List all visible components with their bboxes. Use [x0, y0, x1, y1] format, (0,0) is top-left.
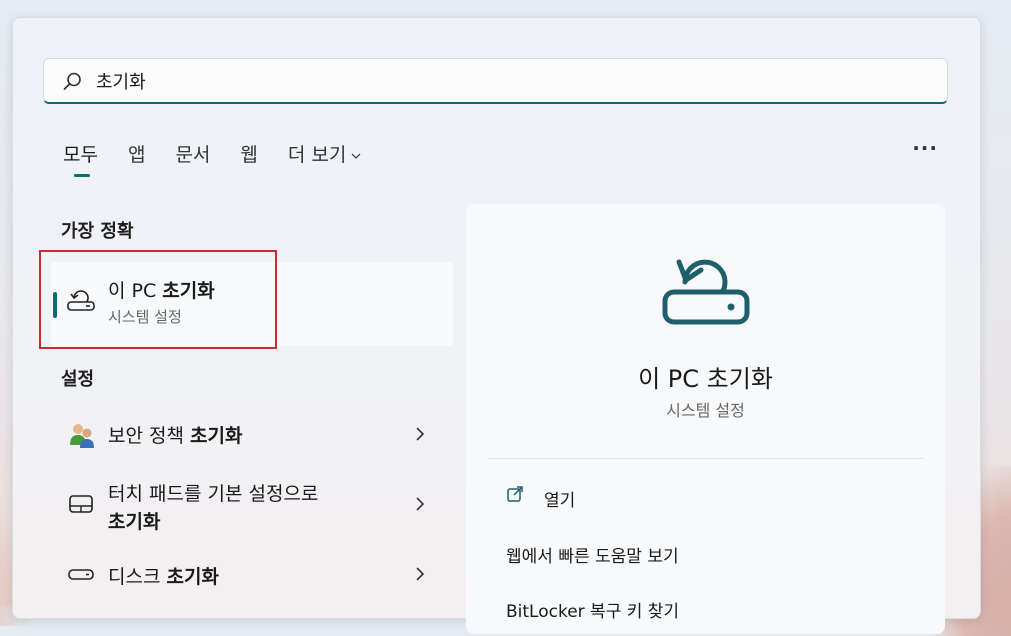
tab-web[interactable]: 웹 — [240, 140, 257, 167]
tab-more[interactable]: 더 보기 — [288, 140, 362, 167]
settings-item-title: 보안 정책 초기화 — [108, 425, 243, 447]
disk-icon — [68, 569, 94, 580]
chevron-right-icon — [416, 567, 425, 581]
tab-all[interactable]: 모두 — [63, 140, 98, 177]
chevron-right-icon — [416, 497, 425, 511]
filter-tabs: 모두 앱 문서 웹 더 보기 — [63, 140, 392, 177]
chevron-down-icon — [351, 153, 361, 159]
tab-apps[interactable]: 앱 — [128, 140, 145, 167]
chevron-right-icon — [416, 427, 425, 441]
tab-documents[interactable]: 문서 — [175, 140, 210, 167]
settings-heading: 설정 — [61, 369, 95, 390]
search-icon — [63, 72, 81, 90]
search-box[interactable] — [43, 58, 948, 104]
touchpad-icon — [69, 495, 93, 513]
best-match-heading: 가장 정확 — [61, 221, 134, 242]
open-action[interactable]: 열기 — [506, 486, 575, 511]
security-policy-icon — [70, 424, 94, 448]
highlight-box — [39, 250, 277, 349]
preview-panel: 이 PC 초기화 시스템 설정 열기 웹에서 빠른 도움말 보기 BitLock… — [466, 204, 945, 634]
settings-item-title: 터치 패드를 기본 설정으로 — [108, 483, 319, 505]
web-help-action[interactable]: 웹에서 빠른 도움말 보기 — [506, 542, 679, 567]
settings-item-title: 디스크 초기화 — [108, 566, 219, 588]
open-icon — [507, 486, 523, 502]
more-options-button[interactable]: ··· — [912, 136, 938, 160]
reset-pc-icon — [662, 259, 750, 325]
search-panel: 모두 앱 문서 웹 더 보기 ··· 가장 정확 이 PC 초기화 시스템 설정… — [12, 17, 981, 634]
divider — [488, 458, 924, 459]
settings-item-title-bold: 초기화 — [108, 511, 161, 533]
preview-title: 이 PC 초기화 — [638, 365, 773, 393]
preview-subtitle: 시스템 설정 — [666, 401, 745, 420]
search-input[interactable] — [94, 69, 898, 92]
bitlocker-action[interactable]: BitLocker 복구 키 찾기 — [506, 597, 679, 622]
